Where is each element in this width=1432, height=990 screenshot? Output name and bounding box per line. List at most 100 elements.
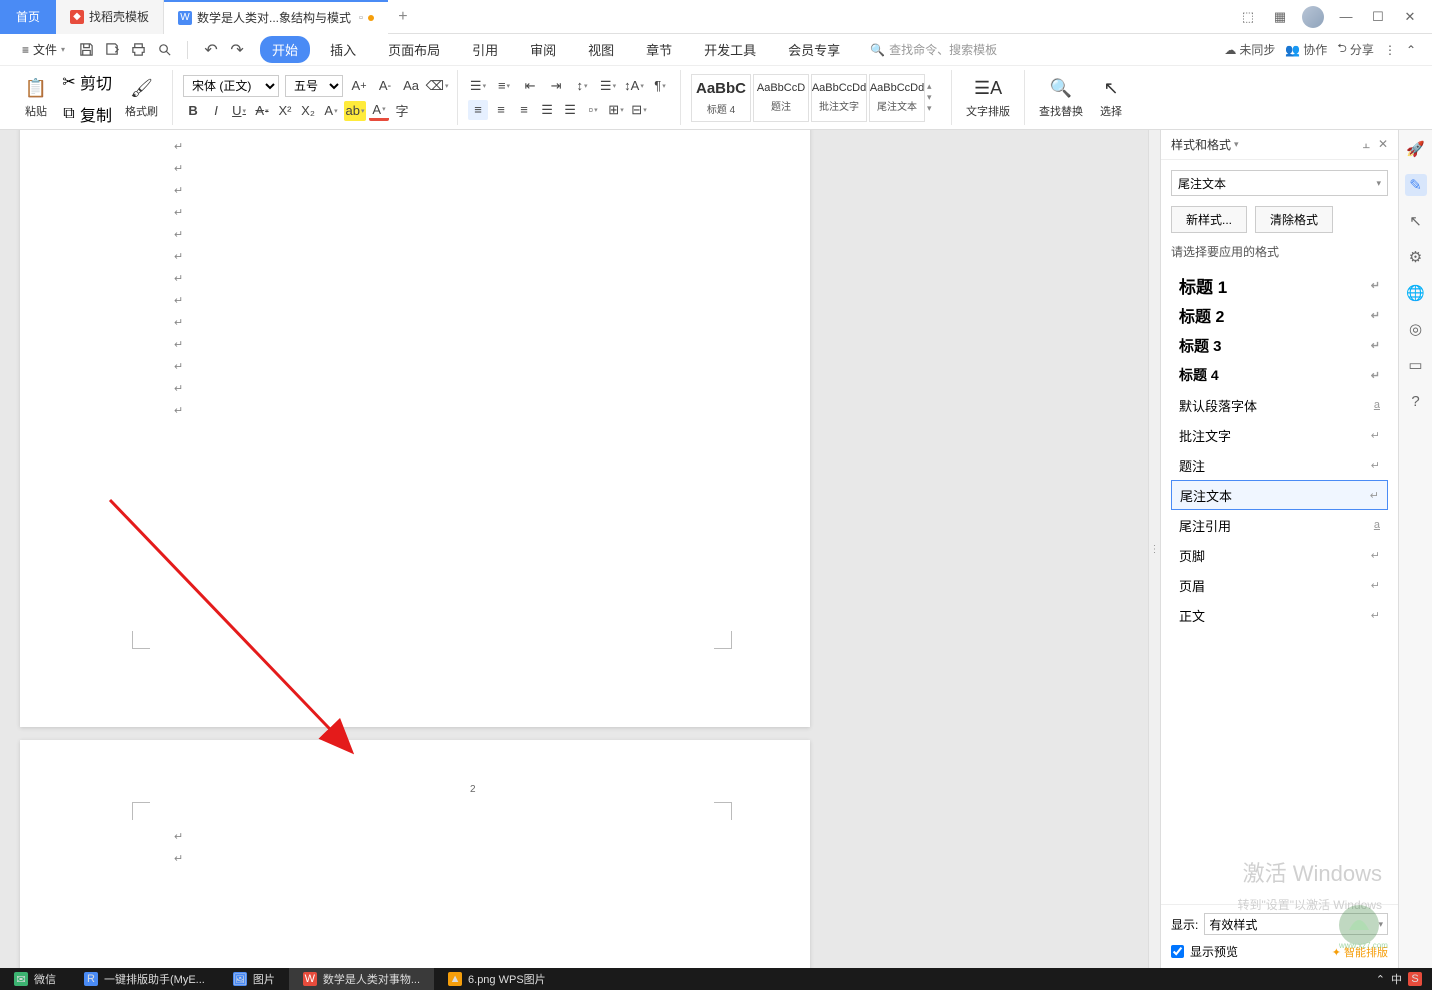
- font-size-select[interactable]: 五号: [285, 75, 343, 97]
- redo-icon[interactable]: ↷: [228, 41, 246, 59]
- align-justify-icon[interactable]: ☰: [537, 100, 557, 120]
- font-color-button[interactable]: A: [369, 101, 389, 121]
- copy-button[interactable]: ⧉复制: [58, 100, 115, 128]
- style-list-item[interactable]: 正文↵: [1171, 600, 1388, 630]
- collab-button[interactable]: 👥协作: [1285, 41, 1327, 58]
- taskbar-item[interactable]: R一键排版助手(MyE...: [70, 968, 219, 990]
- decrease-indent-icon[interactable]: ⇤: [520, 76, 540, 96]
- superscript-button[interactable]: X²: [275, 101, 295, 121]
- document-viewport[interactable]: ↵ ↵ ↵ ↵ ↵ ↵ ↵ ↵ ↵ ↵ ↵ ↵ ↵ ↵ 2 ↵ ↵: [0, 130, 1148, 968]
- shrink-font-icon[interactable]: A-: [375, 76, 395, 96]
- align-left-icon[interactable]: ≡: [468, 100, 488, 120]
- save-icon[interactable]: [77, 41, 95, 59]
- phonetic-button[interactable]: 字: [392, 101, 412, 121]
- grow-font-icon[interactable]: A+: [349, 76, 369, 96]
- find-replace-button[interactable]: 🔍查找替换: [1035, 75, 1087, 121]
- style-list-item-selected[interactable]: 尾注文本↵: [1171, 480, 1388, 510]
- font-name-select[interactable]: 宋体 (正文): [183, 75, 279, 97]
- help-icon[interactable]: ?: [1405, 390, 1427, 412]
- style-item-comment[interactable]: AaBbCcDd批注文字: [811, 74, 867, 122]
- tab-chapter[interactable]: 章节: [634, 36, 684, 63]
- style-list-item[interactable]: 批注文字↵: [1171, 420, 1388, 450]
- tab-review[interactable]: 审阅: [518, 36, 568, 63]
- tab-start[interactable]: 开始: [260, 36, 310, 63]
- change-case-icon[interactable]: Aa: [401, 76, 421, 96]
- strike-button[interactable]: A: [252, 101, 272, 121]
- style-list-item[interactable]: 标题 1↵: [1171, 270, 1388, 300]
- ime-indicator[interactable]: 中: [1391, 971, 1402, 987]
- tab-home[interactable]: 首页: [0, 0, 56, 34]
- panel-toggle-handle[interactable]: ⋮: [1148, 130, 1160, 968]
- bullets-icon[interactable]: ☰: [468, 76, 488, 96]
- borders-icon[interactable]: ⊞: [606, 100, 626, 120]
- sogou-icon[interactable]: S: [1408, 972, 1422, 986]
- close-button[interactable]: ✕: [1400, 7, 1420, 27]
- bold-button[interactable]: B: [183, 101, 203, 121]
- command-search[interactable]: 🔍 查找命令、搜索模板: [870, 41, 997, 58]
- tab-devtools[interactable]: 开发工具: [692, 36, 768, 63]
- presentation-icon[interactable]: ▭: [1405, 354, 1427, 376]
- show-marks-icon[interactable]: ¶: [650, 76, 670, 96]
- style-list-item[interactable]: 标题 3↵: [1171, 330, 1388, 360]
- style-item-caption[interactable]: AaBbCcD题注: [753, 74, 809, 122]
- preview-checkbox[interactable]: [1171, 945, 1184, 958]
- style-list-item[interactable]: 标题 4↵: [1171, 360, 1388, 390]
- translate-icon[interactable]: 🌐: [1405, 282, 1427, 304]
- style-list-item[interactable]: 页眉↵: [1171, 570, 1388, 600]
- save-as-icon[interactable]: [103, 41, 121, 59]
- style-list-item[interactable]: 题注↵: [1171, 450, 1388, 480]
- tab-templates[interactable]: ◆ 找稻壳模板: [56, 0, 164, 34]
- underline-button[interactable]: U: [229, 101, 249, 121]
- style-list-item[interactable]: 尾注引用a: [1171, 510, 1388, 540]
- minimize-button[interactable]: —: [1336, 7, 1356, 27]
- print-icon[interactable]: [129, 41, 147, 59]
- cut-button[interactable]: ✂剪切: [58, 68, 115, 96]
- tab-insert[interactable]: 插入: [318, 36, 368, 63]
- sync-button[interactable]: ☁未同步: [1224, 41, 1275, 58]
- chevron-down-icon[interactable]: ▾: [1234, 139, 1239, 150]
- sort-icon[interactable]: ↕A: [624, 76, 644, 96]
- clear-format-button[interactable]: 清除格式: [1255, 206, 1333, 233]
- tabs-icon[interactable]: ⊟: [629, 100, 649, 120]
- tab-page-layout[interactable]: 页面布局: [376, 36, 452, 63]
- pin-icon[interactable]: ⫠: [1363, 137, 1370, 152]
- taskbar-item[interactable]: 🖼图片: [219, 968, 289, 990]
- align-right-icon[interactable]: ≡: [514, 100, 534, 120]
- text-direction-icon[interactable]: ↕: [572, 76, 592, 96]
- style-list-item[interactable]: 标题 2↵: [1171, 300, 1388, 330]
- print-preview-icon[interactable]: [155, 41, 173, 59]
- tab-document[interactable]: W 数学是人类对...象结构与模式 ▫: [164, 0, 388, 34]
- align-center-icon[interactable]: ≡: [491, 100, 511, 120]
- pencil-icon[interactable]: ✎: [1405, 174, 1427, 196]
- sliders-icon[interactable]: ⚙: [1405, 246, 1427, 268]
- increase-indent-icon[interactable]: ⇥: [546, 76, 566, 96]
- rocket-icon[interactable]: 🚀: [1405, 138, 1427, 160]
- subscript-button[interactable]: X₂: [298, 101, 318, 121]
- highlight-button[interactable]: ab: [344, 101, 366, 121]
- select-button[interactable]: ↖选择: [1095, 75, 1127, 121]
- current-style-select[interactable]: 尾注文本 ▾: [1171, 170, 1388, 196]
- taskbar-item[interactable]: ✉微信: [0, 968, 70, 990]
- layout-icon[interactable]: ⬚: [1238, 7, 1258, 27]
- tab-member[interactable]: 会员专享: [776, 36, 852, 63]
- file-menu[interactable]: ≡ 文件 ▾: [16, 41, 71, 58]
- apps-icon[interactable]: ▦: [1270, 7, 1290, 27]
- taskbar-item-active[interactable]: W数学是人类对事物...: [289, 968, 434, 990]
- style-list-item[interactable]: 默认段落字体a: [1171, 390, 1388, 420]
- line-spacing-icon[interactable]: ☰: [598, 76, 618, 96]
- cursor-icon[interactable]: ↖: [1405, 210, 1427, 232]
- text-effects-button[interactable]: A: [321, 101, 341, 121]
- new-tab-button[interactable]: +: [388, 0, 418, 34]
- style-item-endnote[interactable]: AaBbCcDd尾注文本: [869, 74, 925, 122]
- numbering-icon[interactable]: ≡: [494, 76, 514, 96]
- style-item-heading4[interactable]: AaBbC标题 4: [691, 74, 751, 122]
- style-list-item[interactable]: 页脚↵: [1171, 540, 1388, 570]
- tray-expand-icon[interactable]: ⌃: [1376, 973, 1385, 986]
- taskbar-item[interactable]: ▲6.png WPS图片: [434, 968, 560, 990]
- tab-view[interactable]: 视图: [576, 36, 626, 63]
- shading-icon[interactable]: ▫: [583, 100, 603, 120]
- location-icon[interactable]: ◎: [1405, 318, 1427, 340]
- clear-format-icon[interactable]: ⌫: [427, 76, 447, 96]
- share-button[interactable]: ⮌分享: [1337, 39, 1374, 60]
- new-style-button[interactable]: 新样式...: [1171, 206, 1247, 233]
